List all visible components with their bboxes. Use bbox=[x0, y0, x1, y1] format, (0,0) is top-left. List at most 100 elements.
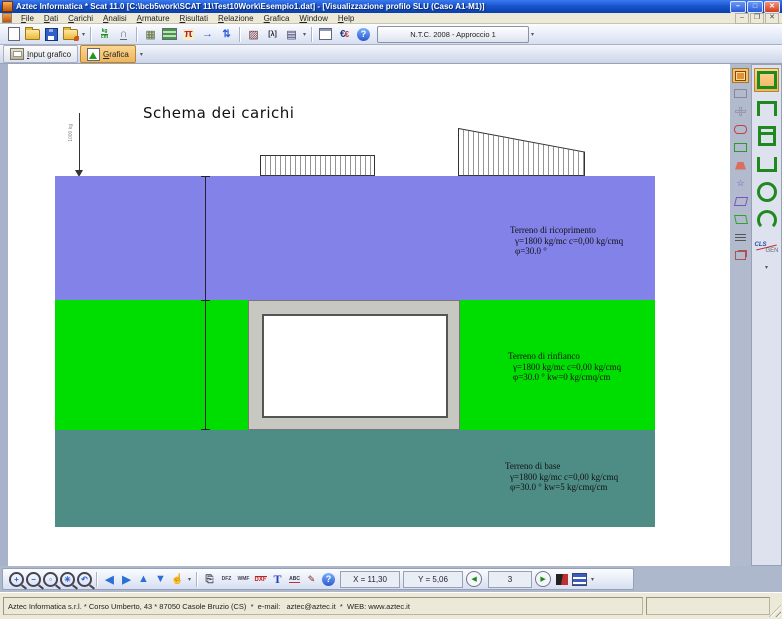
load-lambda-button[interactable]: [λ] bbox=[263, 25, 282, 43]
zoom-out-button[interactable]: − bbox=[25, 570, 42, 588]
drawing-canvas[interactable]: Schema dei carichi 1000 kg Terreno di ri… bbox=[8, 64, 730, 566]
dfz-export-button[interactable]: DFZ bbox=[218, 570, 235, 588]
print-preview-button[interactable]: ⎘ bbox=[201, 570, 218, 588]
ntc-group-overflow[interactable]: ▾ bbox=[531, 31, 534, 38]
maximize-button[interactable]: □ bbox=[747, 1, 763, 13]
mdi-minimize-button[interactable]: – bbox=[735, 13, 749, 24]
zoom-window-button[interactable]: ▫ bbox=[42, 570, 59, 588]
resize-grip[interactable] bbox=[769, 605, 781, 617]
type-double-box-button[interactable] bbox=[754, 124, 779, 148]
type-portal-button[interactable] bbox=[754, 96, 779, 120]
soil-label-cover: Terreno di ricoprimento γ=1800 kg/mc c=0… bbox=[510, 225, 623, 257]
menu-window[interactable]: Window bbox=[294, 14, 332, 23]
previous-case-button[interactable]: ◀ bbox=[466, 571, 482, 587]
shape-frame-button[interactable] bbox=[732, 86, 749, 101]
shape-star-button[interactable]: ☆ bbox=[732, 176, 749, 191]
zoom-previous-button[interactable]: ↶ bbox=[76, 570, 93, 588]
menu-dati[interactable]: Dati bbox=[39, 14, 63, 23]
redline-button[interactable]: ✎ bbox=[303, 570, 320, 588]
type-horseshoe-button[interactable] bbox=[754, 208, 779, 232]
dimension-button[interactable]: ⇅ bbox=[217, 25, 236, 43]
shape-quad-purple-button[interactable] bbox=[732, 194, 749, 209]
materials-button[interactable] bbox=[160, 25, 179, 43]
pan-left-button[interactable]: ◀ bbox=[101, 570, 118, 588]
next-case-button[interactable]: ▶ bbox=[535, 571, 551, 587]
open-project-button[interactable] bbox=[61, 25, 80, 43]
new-file-icon bbox=[8, 27, 20, 41]
help-button[interactable]: ? bbox=[354, 25, 373, 43]
shape-rectangle-button[interactable] bbox=[732, 68, 749, 83]
menu-risultati[interactable]: Risultati bbox=[175, 14, 213, 23]
save-file-button[interactable] bbox=[42, 25, 61, 43]
type-cls-gen-button[interactable]: CLS GEN bbox=[754, 236, 779, 260]
bottom-help-button[interactable]: ? bbox=[320, 570, 337, 588]
tab-overflow[interactable]: ▾ bbox=[140, 51, 143, 58]
shape-quad-green-button[interactable] bbox=[732, 212, 749, 227]
load-hatch-button[interactable]: ▨ bbox=[244, 25, 263, 43]
type-u-section-button[interactable] bbox=[754, 152, 779, 176]
shape-green-rect-button[interactable] bbox=[732, 140, 749, 155]
zoom-in-button[interactable]: + bbox=[8, 570, 25, 588]
pan-down-button[interactable]: ▼ bbox=[152, 570, 169, 588]
view-group-overflow[interactable]: ▾ bbox=[591, 576, 594, 583]
report-button[interactable] bbox=[316, 25, 335, 43]
toolbar-separator bbox=[136, 27, 138, 42]
menu-bar: File Dati Carichi Analisi Armature Risul… bbox=[0, 13, 782, 24]
pan-up-button[interactable]: ▲ bbox=[135, 570, 152, 588]
menu-file[interactable]: File bbox=[16, 14, 39, 23]
minimize-button[interactable]: – bbox=[730, 1, 746, 13]
menu-grafica[interactable]: Grafica bbox=[259, 14, 295, 23]
shape-rounded-rect-button[interactable] bbox=[732, 122, 749, 137]
tab-input-grafico[interactable]: Input grafico bbox=[3, 45, 78, 63]
green-quad-icon bbox=[734, 215, 748, 224]
shape-trapezoid-button[interactable] bbox=[732, 158, 749, 173]
shape-cross-button[interactable] bbox=[732, 104, 749, 119]
units-button[interactable]: kgcm bbox=[95, 25, 114, 43]
layers-icon[interactable] bbox=[572, 573, 587, 586]
wmf-icon: WMF bbox=[238, 576, 250, 582]
uniform-load-hatch bbox=[260, 155, 375, 176]
point-load-label: 1000 kg bbox=[68, 124, 74, 142]
mdi-child-icon[interactable] bbox=[2, 13, 12, 23]
shape-text-button[interactable] bbox=[732, 230, 749, 245]
load-hatch2-button[interactable]: ▤ bbox=[282, 25, 301, 43]
menu-help[interactable]: Help bbox=[333, 14, 359, 23]
mdi-close-button[interactable]: ✕ bbox=[765, 13, 779, 24]
euro-convert-button[interactable]: €€ bbox=[335, 25, 354, 43]
dxf-export-button[interactable]: DXF bbox=[252, 570, 269, 588]
section-type-overflow[interactable]: ▾ bbox=[765, 264, 768, 271]
pan-hand-button[interactable]: ☝ bbox=[169, 570, 186, 588]
tab-grafica[interactable]: Grafica bbox=[80, 45, 136, 63]
text-tool-button[interactable]: T bbox=[269, 570, 286, 588]
wmf-export-button[interactable]: WMF bbox=[235, 570, 252, 588]
arrow-tool-button[interactable]: → bbox=[198, 25, 217, 43]
menu-relazione[interactable]: Relazione bbox=[213, 14, 259, 23]
load-group-overflow[interactable]: ▾ bbox=[303, 31, 306, 38]
rounded-rect-icon bbox=[734, 125, 747, 134]
type-circular-button[interactable] bbox=[754, 180, 779, 204]
ntc-approach-selector[interactable]: N.T.C. 2008 - Approccio 1 bbox=[377, 26, 529, 43]
bridge-button[interactable]: ∩ bbox=[114, 25, 133, 43]
geometry-button[interactable]: ▦ bbox=[141, 25, 160, 43]
purple-quad-icon bbox=[733, 197, 747, 206]
menu-armature[interactable]: Armature bbox=[132, 14, 175, 23]
toolbar-separator bbox=[239, 27, 241, 42]
open-file-button[interactable] bbox=[23, 25, 42, 43]
mdi-restore-button[interactable]: ❐ bbox=[750, 13, 764, 24]
annotate-button[interactable]: ABC bbox=[286, 570, 303, 588]
pan-right-button[interactable]: ▶ bbox=[118, 570, 135, 588]
new-file-button[interactable] bbox=[4, 25, 23, 43]
menu-analisi[interactable]: Analisi bbox=[98, 14, 132, 23]
close-button[interactable]: ✕ bbox=[764, 1, 780, 13]
status-secondary-panel bbox=[646, 597, 770, 615]
pan-group-overflow[interactable]: ▾ bbox=[188, 576, 191, 583]
case-number-field[interactable]: 3 bbox=[488, 571, 532, 588]
lambda-load-icon: [λ] bbox=[268, 31, 277, 38]
type-box-button[interactable] bbox=[754, 68, 779, 92]
shape-3dbox-button[interactable] bbox=[732, 248, 749, 263]
menu-carichi[interactable]: Carichi bbox=[63, 14, 98, 23]
file-group-overflow[interactable]: ▾ bbox=[82, 31, 85, 38]
zoom-extents-button[interactable]: ✳ bbox=[59, 570, 76, 588]
color-mode-icon[interactable] bbox=[556, 574, 568, 585]
foundation-button[interactable]: π bbox=[179, 25, 198, 43]
